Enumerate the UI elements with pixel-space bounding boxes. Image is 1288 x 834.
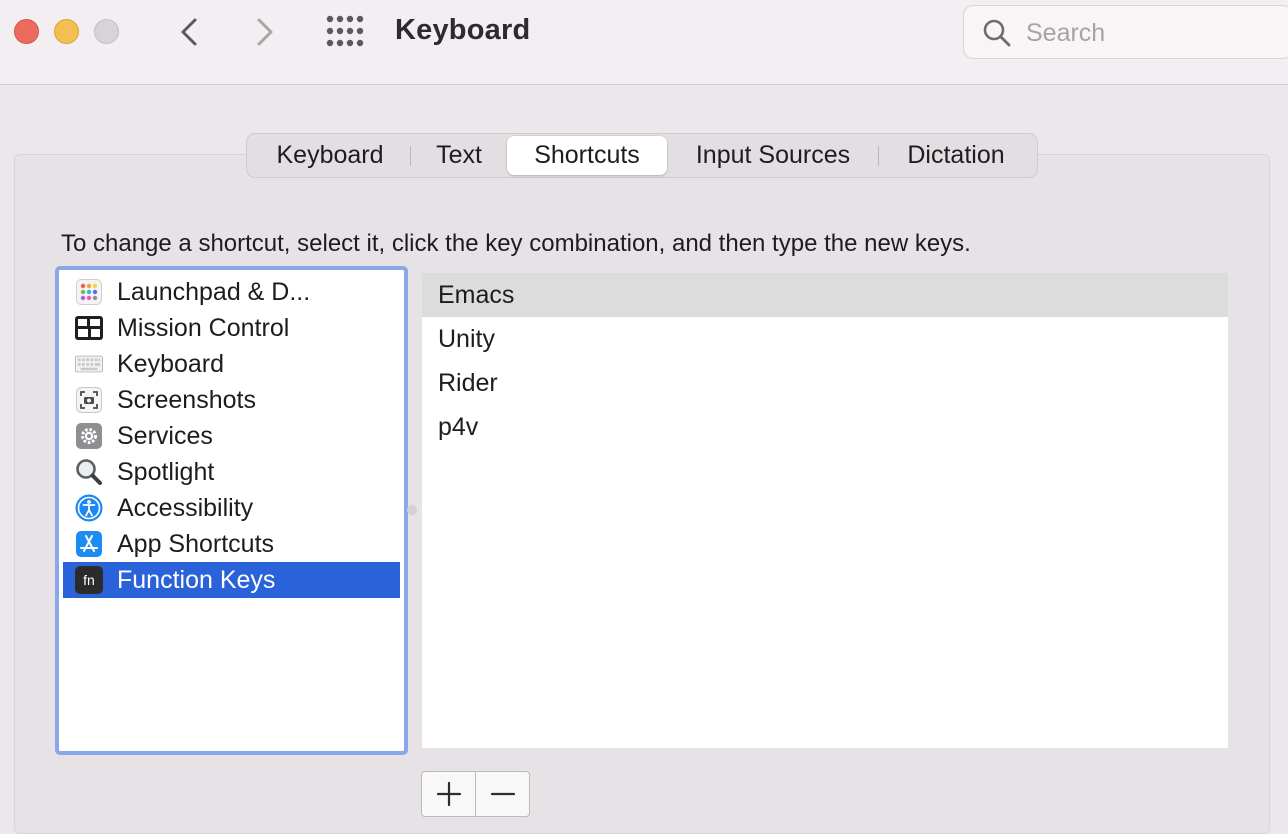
tab-text[interactable]: Text — [411, 136, 507, 175]
category-keyboard[interactable]: Keyboard — [63, 346, 400, 382]
search-input[interactable] — [1024, 16, 1268, 50]
category-label: Accessibility — [117, 493, 254, 522]
category-label: Screenshots — [117, 385, 256, 414]
category-launchpad[interactable]: Launchpad & D... — [63, 274, 400, 310]
grid-icon — [326, 15, 364, 47]
tab-dictation[interactable]: Dictation — [879, 136, 1033, 175]
close-window-button[interactable] — [14, 19, 39, 44]
mission-control-icon — [75, 314, 103, 342]
shortcut-row[interactable]: Rider — [422, 361, 1228, 405]
category-label: Spotlight — [117, 457, 215, 486]
add-button[interactable] — [421, 771, 476, 817]
instructions-text: To change a shortcut, select it, click t… — [61, 230, 971, 257]
category-spotlight[interactable]: Spotlight — [63, 454, 400, 490]
minimize-window-button[interactable] — [54, 19, 79, 44]
forward-button[interactable] — [244, 12, 284, 52]
category-label: Function Keys — [117, 565, 276, 594]
tab-bar: Keyboard Text Shortcuts Input Sources Di… — [246, 133, 1038, 178]
category-accessibility[interactable]: Accessibility — [63, 490, 400, 526]
category-services[interactable]: Services — [63, 418, 400, 454]
show-all-button[interactable] — [326, 14, 366, 50]
search-icon — [983, 19, 1011, 47]
svg-text:fn: fn — [83, 572, 95, 588]
back-button[interactable] — [170, 12, 210, 52]
title-bar: Keyboard — [0, 0, 1288, 85]
category-label: Launchpad & D... — [117, 277, 311, 306]
gear-icon — [75, 422, 103, 450]
shortcut-row[interactable]: p4v — [422, 405, 1228, 449]
category-screenshots[interactable]: Screenshots — [63, 382, 400, 418]
category-label: Mission Control — [117, 313, 290, 342]
shortcut-row[interactable]: Unity — [422, 317, 1228, 361]
magnifier-icon — [75, 458, 103, 486]
remove-button[interactable] — [475, 771, 530, 817]
window-title: Keyboard — [395, 14, 531, 46]
category-label: Keyboard — [117, 349, 225, 378]
plus-icon — [436, 781, 461, 807]
category-list[interactable]: Launchpad & D... Mission Control Keyboar… — [55, 266, 408, 755]
chevron-right-icon — [257, 18, 273, 46]
app-store-icon — [75, 530, 103, 558]
launchpad-icon — [75, 278, 103, 306]
accessibility-icon — [75, 494, 103, 522]
chevron-left-icon — [181, 18, 197, 46]
zoom-window-button[interactable] — [94, 19, 119, 44]
screenshot-icon — [75, 386, 103, 414]
category-label: Services — [117, 421, 213, 450]
fn-icon: fn — [75, 566, 103, 594]
minus-icon — [490, 792, 515, 796]
tab-input-sources[interactable]: Input Sources — [667, 136, 879, 175]
category-label: App Shortcuts — [117, 529, 275, 558]
category-function-keys[interactable]: fn Function Keys — [63, 562, 400, 598]
tab-shortcuts[interactable]: Shortcuts — [507, 136, 667, 175]
keyboard-icon — [75, 350, 103, 378]
category-mission-control[interactable]: Mission Control — [63, 310, 400, 346]
tab-keyboard[interactable]: Keyboard — [249, 136, 411, 175]
split-view-divider[interactable] — [407, 505, 417, 515]
shortcut-list[interactable]: Emacs Unity Rider p4v — [422, 273, 1228, 748]
category-app-shortcuts[interactable]: App Shortcuts — [63, 526, 400, 562]
shortcut-row[interactable]: Emacs — [422, 273, 1228, 317]
search-field[interactable] — [963, 5, 1288, 59]
